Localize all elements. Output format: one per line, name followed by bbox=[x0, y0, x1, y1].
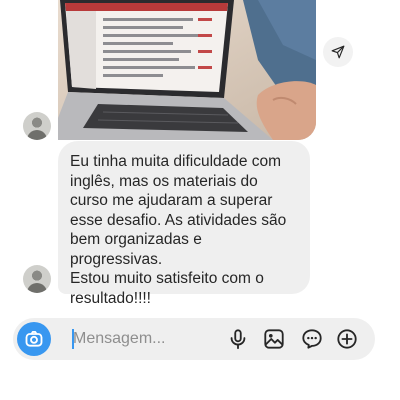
message-line: Eu tinha muita dificuldade com bbox=[70, 153, 282, 170]
gallery-button[interactable] bbox=[262, 327, 286, 351]
camera-button[interactable] bbox=[17, 322, 51, 356]
microphone-button[interactable] bbox=[226, 327, 250, 351]
send-arrow-icon bbox=[331, 45, 345, 59]
message-composer bbox=[13, 318, 375, 360]
add-button[interactable] bbox=[335, 327, 359, 351]
message-line: bem organizadas e progressivas. bbox=[70, 231, 202, 268]
message-input[interactable] bbox=[73, 326, 223, 352]
gallery-icon bbox=[264, 329, 284, 349]
sender-avatar[interactable] bbox=[23, 112, 51, 140]
camera-icon bbox=[25, 331, 43, 347]
share-button[interactable] bbox=[323, 37, 353, 67]
sticker-button[interactable] bbox=[300, 327, 324, 351]
message-line: inglês, mas os materiais do bbox=[70, 172, 258, 190]
sender-avatar[interactable] bbox=[23, 265, 51, 293]
plus-icon bbox=[337, 329, 357, 349]
message-line: resultado!!!! bbox=[70, 289, 151, 307]
laptop-photo-image bbox=[58, 0, 316, 140]
message-line: esse desafio. As atividades são bbox=[70, 211, 287, 229]
microphone-icon bbox=[230, 329, 246, 350]
shared-photo[interactable] bbox=[58, 0, 316, 140]
message-bubble[interactable]: Eu tinha muita dificuldade com inglês, m… bbox=[58, 141, 310, 307]
message-line: curso me ajudaram a superar bbox=[70, 192, 273, 209]
sticker-icon bbox=[302, 329, 322, 349]
message-line: Estou muito satisfeito com o bbox=[70, 270, 264, 287]
